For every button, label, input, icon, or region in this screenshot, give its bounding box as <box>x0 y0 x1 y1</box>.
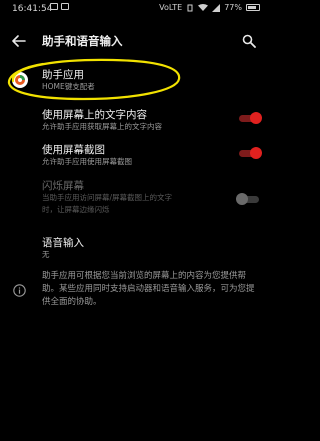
volte-label: VoLTE <box>159 3 183 12</box>
voice-input-title: 语音输入 <box>42 237 84 249</box>
search-button[interactable] <box>238 30 260 52</box>
toggle-thumb <box>250 147 262 159</box>
setting-row-screenshot[interactable] <box>0 140 270 168</box>
app-logo-icon <box>15 75 25 85</box>
screen-text-toggle[interactable] <box>236 111 262 125</box>
system-icons: VoLTE 77% <box>159 3 260 12</box>
flash-screen-toggle <box>236 192 262 206</box>
toolbar: 助手和语音输入 <box>0 22 270 62</box>
notification-icon <box>61 3 69 10</box>
page-title: 助手和语音输入 <box>42 34 123 48</box>
voice-input-row[interactable] <box>0 232 270 262</box>
setting-subtitle: 允许助手应用使用屏幕截图 <box>42 157 132 166</box>
status-bar: 16:41:54 VoLTE 77% <box>0 0 270 18</box>
setting-subtitle: 允许助手应用获取屏幕上的文字内容 <box>42 122 162 131</box>
voice-input-subtitle: 无 <box>42 250 50 259</box>
back-arrow-icon <box>12 35 26 47</box>
battery-icon <box>246 4 260 11</box>
back-button[interactable] <box>8 30 30 52</box>
screenshot-toggle[interactable] <box>236 146 262 160</box>
battery-percent: 77% <box>224 3 242 12</box>
notification-icons <box>50 3 69 10</box>
notification-icon <box>50 3 58 10</box>
setting-title: 闪烁屏幕 <box>42 180 84 192</box>
setting-subtitle-line: 当助手应用访问屏幕/屏幕截图上的文字 <box>42 193 173 202</box>
assist-app-row[interactable] <box>0 62 270 100</box>
toggle-thumb <box>250 112 262 124</box>
setting-subtitle-line: 时，让屏幕边缘闪烁 <box>42 205 110 214</box>
info-text: 助手应用可根据您当前浏览的屏幕上的内容为您提供帮助。某些应用同时支持启动器和语音… <box>42 271 255 307</box>
assist-app-title: 助手应用 <box>42 69 84 81</box>
info-icon <box>13 284 26 297</box>
status-time: 16:41:54 <box>12 4 53 14</box>
search-icon <box>242 34 256 48</box>
signal-icon <box>212 3 221 12</box>
app-icon <box>12 72 28 88</box>
wifi-icon <box>198 3 209 11</box>
toggle-thumb <box>236 193 248 205</box>
setting-row-flash-screen: 闪烁屏幕 当助手应用访问屏幕/屏幕截图上的文字 时，让屏幕边缘闪烁 <box>0 176 270 220</box>
setting-title: 使用屏幕上的文字内容 <box>42 109 147 121</box>
vibrate-icon <box>187 4 193 11</box>
assist-app-subtitle: HOME键支配者 <box>42 82 95 91</box>
setting-title: 使用屏幕截图 <box>42 144 105 156</box>
